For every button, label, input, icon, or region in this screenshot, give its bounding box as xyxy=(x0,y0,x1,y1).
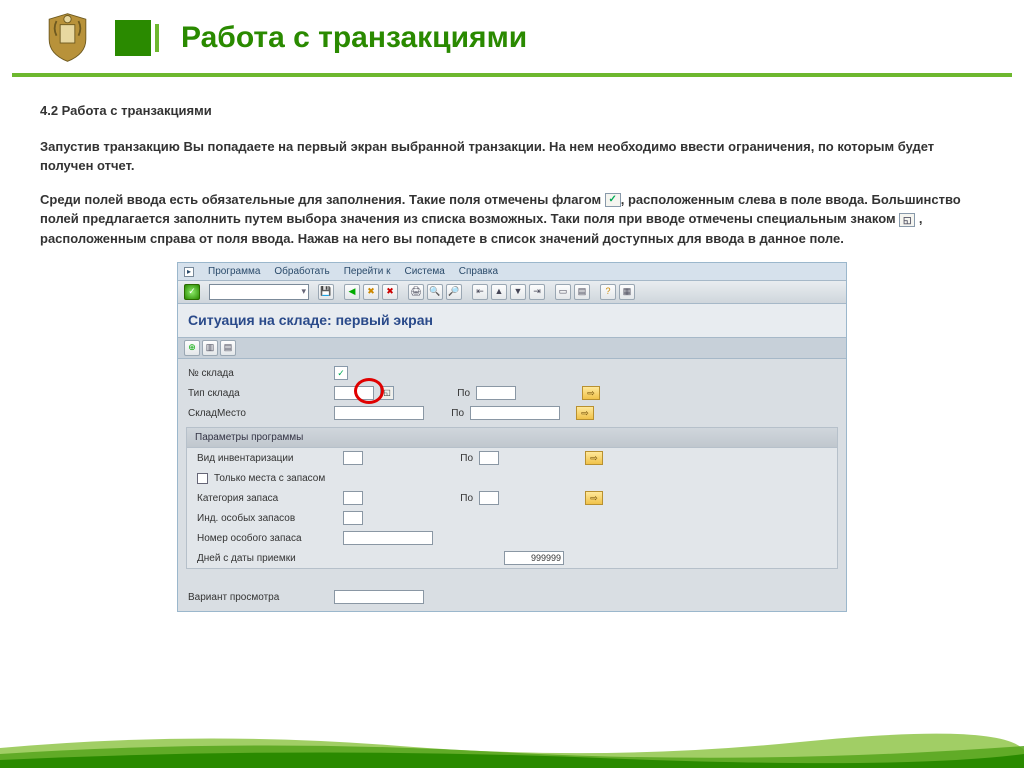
label-to-4: По xyxy=(443,491,473,506)
multi-select-3[interactable]: ⇨ xyxy=(585,451,603,465)
row-special-ind: Инд. особых запасов xyxy=(187,508,837,528)
variant-get-icon[interactable]: ▥ xyxy=(202,340,218,356)
variant-save-icon[interactable]: ▤ xyxy=(220,340,236,356)
row-warehouse-no: № склада xyxy=(178,363,846,383)
first-page-icon[interactable]: ⇤ xyxy=(472,284,488,300)
input-special-no[interactable] xyxy=(343,531,433,545)
menu-program[interactable]: Программа xyxy=(208,264,260,279)
paragraph-2: Среди полей ввода есть обязательные для … xyxy=(40,190,984,249)
label-only-stock: Только места с запасом xyxy=(214,471,325,486)
sap-app-toolbar: ⊕ ▥ ▤ xyxy=(178,338,846,359)
layout-icon[interactable]: ▦ xyxy=(619,284,635,300)
row-special-no: Номер особого запаса xyxy=(187,528,837,548)
paragraph-1: Запустив транзакцию Вы попадаете на перв… xyxy=(40,137,984,176)
label-inv-type: Вид инвентаризации xyxy=(197,451,337,466)
menu-edit[interactable]: Обработать xyxy=(274,264,329,279)
label-days: Дней с даты приемки xyxy=(197,551,337,566)
input-special-ind[interactable] xyxy=(343,511,363,525)
value-help-icon xyxy=(899,213,915,227)
print-icon[interactable]: 🖨 xyxy=(408,284,424,300)
page-number: 10 xyxy=(30,718,46,734)
input-storage-bin-to[interactable] xyxy=(470,406,560,420)
exit-icon[interactable]: ✖ xyxy=(363,284,379,300)
slide-header: Работа с транзакциями xyxy=(0,0,1024,65)
next-page-icon[interactable]: ▼ xyxy=(510,284,526,300)
label-special-no: Номер особого запаса xyxy=(197,531,337,546)
row-display-variant: Вариант просмотра xyxy=(178,587,846,607)
multi-select-2[interactable]: ⇨ xyxy=(576,406,594,420)
footer-decoration xyxy=(0,720,1024,768)
label-special-ind: Инд. особых запасов xyxy=(197,511,337,526)
group-header: Параметры программы xyxy=(187,428,837,448)
required-flag-icon xyxy=(605,193,621,207)
label-warehouse-type: Тип склада xyxy=(188,386,328,401)
find-icon[interactable]: 🔍 xyxy=(427,284,443,300)
f4-help-warehouse-type[interactable]: ◱ xyxy=(380,386,394,400)
input-warehouse-type-to[interactable] xyxy=(476,386,516,400)
label-storage-bin: СкладМесто xyxy=(188,406,328,421)
label-to-3: По xyxy=(443,451,473,466)
sap-menubar: ▸ Программа Обработать Перейти к Система… xyxy=(178,263,846,281)
row-days: Дней с даты приемки 999999 xyxy=(187,548,837,568)
window-menu-icon[interactable]: ▸ xyxy=(184,267,194,277)
menu-goto[interactable]: Перейти к xyxy=(344,264,391,279)
input-warehouse-type[interactable] xyxy=(334,386,374,400)
section-subtitle: 4.2 Работа с транзакциями xyxy=(40,101,984,121)
input-stock-category[interactable] xyxy=(343,491,363,505)
menu-system[interactable]: Система xyxy=(405,264,445,279)
enter-button[interactable]: ✓ xyxy=(184,284,200,300)
help-icon[interactable]: ? xyxy=(600,284,616,300)
multi-select-1[interactable]: ⇨ xyxy=(582,386,600,400)
save-icon[interactable]: 💾 xyxy=(318,284,334,300)
row-warehouse-type: Тип склада ◱ По ⇨ xyxy=(178,383,846,403)
new-session-icon[interactable]: ▭ xyxy=(555,284,571,300)
sap-selection-body: № склада Тип склада ◱ По ⇨ СкладМесто По… xyxy=(178,359,846,611)
input-inv-type[interactable] xyxy=(343,451,363,465)
prev-page-icon[interactable]: ▲ xyxy=(491,284,507,300)
input-days[interactable]: 999999 xyxy=(504,551,564,565)
sap-toolbar: ✓ 💾 ◀ ✖ ✖ 🖨 🔍 🔎 ⇤ ▲ ▼ ⇥ ▭ ▤ ? ▦ xyxy=(178,281,846,304)
input-display-variant[interactable] xyxy=(334,590,424,604)
para2-text-a: Среди полей ввода есть обязательные для … xyxy=(40,192,605,207)
row-only-stock: Только места с запасом xyxy=(187,468,837,488)
back-icon[interactable]: ◀ xyxy=(344,284,360,300)
slide-content: 4.2 Работа с транзакциями Запустив транз… xyxy=(0,77,1024,612)
row-stock-category: Категория запаса По ⇨ xyxy=(187,488,837,508)
row-storage-bin: СкладМесто По ⇨ xyxy=(178,403,846,423)
row-inv-type: Вид инвентаризации По ⇨ xyxy=(187,448,837,468)
label-warehouse-no: № склада xyxy=(188,366,328,381)
shortcut-icon[interactable]: ▤ xyxy=(574,284,590,300)
sap-screenshot: ▸ Программа Обработать Перейти к Система… xyxy=(177,262,847,612)
checkbox-only-stock[interactable] xyxy=(197,473,208,484)
menu-help[interactable]: Справка xyxy=(459,264,498,279)
green-square-icon xyxy=(115,20,151,56)
required-flag-warehouse xyxy=(334,366,348,380)
input-inv-type-to[interactable] xyxy=(479,451,499,465)
command-field[interactable] xyxy=(209,284,309,300)
crest-logo xyxy=(40,10,95,65)
find-next-icon[interactable]: 🔎 xyxy=(446,284,462,300)
label-to-1: По xyxy=(440,386,470,401)
group-program-params: Параметры программы Вид инвентаризации П… xyxy=(186,427,838,569)
input-stock-category-to[interactable] xyxy=(479,491,499,505)
sap-screen-title: Ситуация на складе: первый экран xyxy=(178,304,846,338)
slide-title: Работа с транзакциями xyxy=(181,21,527,55)
last-page-icon[interactable]: ⇥ xyxy=(529,284,545,300)
execute-icon[interactable]: ⊕ xyxy=(184,340,200,356)
label-stock-category: Категория запаса xyxy=(197,491,337,506)
multi-select-4[interactable]: ⇨ xyxy=(585,491,603,505)
input-storage-bin[interactable] xyxy=(334,406,424,420)
label-to-2: По xyxy=(434,406,464,421)
cancel-icon[interactable]: ✖ xyxy=(382,284,398,300)
label-display-variant: Вариант просмотра xyxy=(188,590,328,605)
